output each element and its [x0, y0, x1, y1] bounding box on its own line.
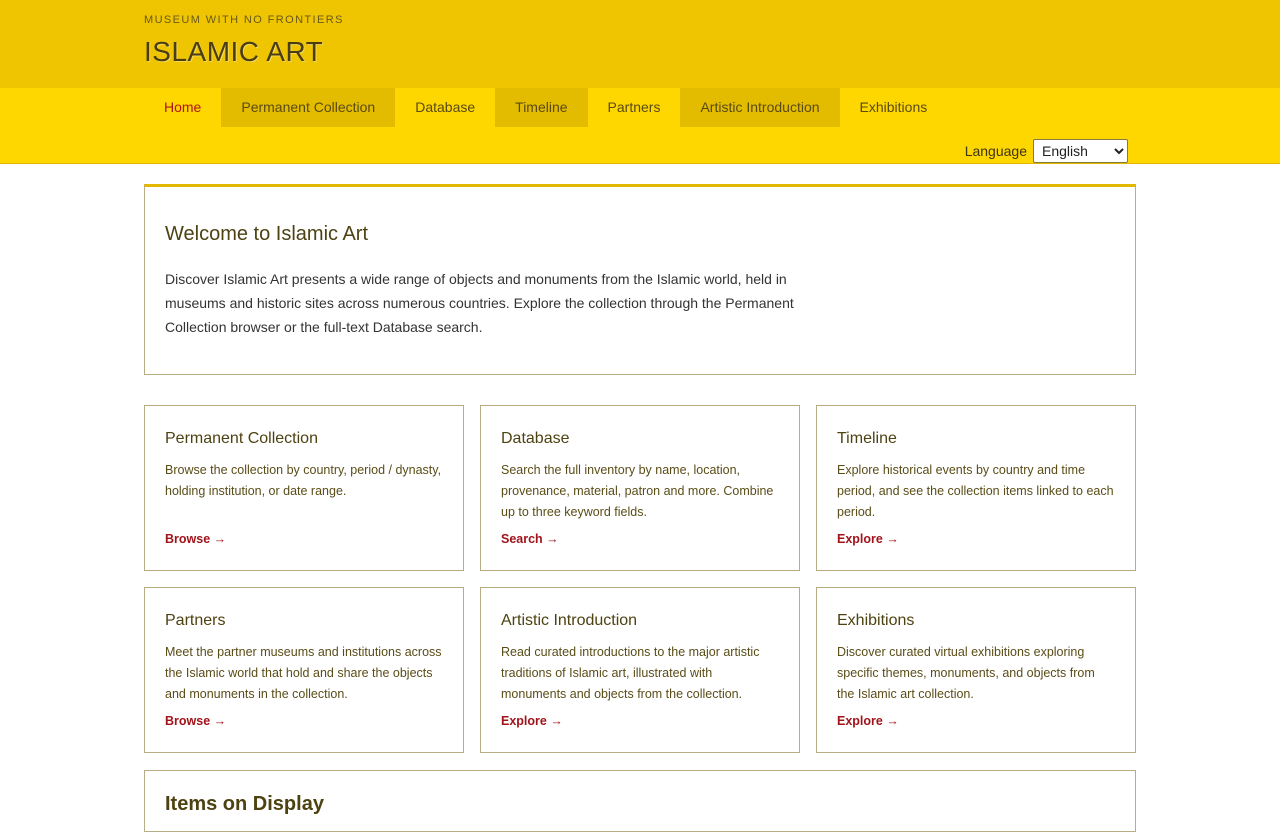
- card-description: Meet the partner museums and institution…: [165, 645, 442, 701]
- nav-item-artistic-introduction[interactable]: Artistic Introduction: [680, 88, 840, 127]
- card-title: Artistic Introduction: [501, 612, 638, 629]
- card-title: Partners: [165, 612, 226, 629]
- card-database: Database Search the full inventory by na…: [480, 405, 800, 571]
- card-description: Browse the collection by country, period…: [165, 463, 442, 498]
- language-selector: Language English: [965, 139, 1128, 163]
- nav-item-permanent-collection[interactable]: Permanent Collection: [221, 88, 396, 127]
- nav-item-partners[interactable]: Partners: [588, 88, 681, 127]
- welcome-text: Discover Islamic Art presents a wide ran…: [165, 271, 794, 335]
- main-navigation: Home Permanent Collection Database Timel…: [0, 88, 1280, 164]
- card-title: Permanent Collection: [165, 430, 318, 447]
- items-on-display-section: Items on Display: [144, 770, 1136, 832]
- card-exhibitions: Exhibitions Discover curated virtual exh…: [816, 587, 1136, 753]
- card-description: Explore historical events by country and…: [837, 463, 1114, 519]
- card-link-browse[interactable]: Browse →: [165, 714, 226, 728]
- language-select[interactable]: English: [1033, 139, 1128, 163]
- card-artistic-introduction: Artistic Introduction Read curated intro…: [480, 587, 800, 753]
- section-title: Items on Display: [165, 793, 324, 815]
- card-link-explore[interactable]: Explore →: [837, 532, 899, 546]
- card-link-explore[interactable]: Explore →: [837, 714, 899, 728]
- card-title: Database: [501, 430, 570, 447]
- card-link-browse[interactable]: Browse →: [165, 532, 226, 546]
- card-timeline: Timeline Explore historical events by co…: [816, 405, 1136, 571]
- site-tagline: MUSEUM WITH NO FRONTIERS: [144, 14, 344, 26]
- site-header: MUSEUM WITH NO FRONTIERS ISLAMIC ART: [0, 0, 1280, 88]
- nav-list: Home Permanent Collection Database Timel…: [144, 88, 947, 127]
- card-description: Discover curated virtual exhibitions exp…: [837, 645, 1095, 701]
- card-description: Read curated introductions to the major …: [501, 645, 760, 701]
- card-link-explore[interactable]: Explore →: [501, 714, 563, 728]
- site-title[interactable]: ISLAMIC ART: [144, 36, 323, 68]
- card-partners: Partners Meet the partner museums and in…: [144, 587, 464, 753]
- nav-item-database[interactable]: Database: [395, 88, 495, 127]
- card-title: Timeline: [837, 430, 897, 447]
- card-permanent-collection: Permanent Collection Browse the collecti…: [144, 405, 464, 571]
- nav-item-home[interactable]: Home: [144, 88, 221, 127]
- nav-item-timeline[interactable]: Timeline: [495, 88, 588, 127]
- card-link-search[interactable]: Search →: [501, 532, 559, 546]
- welcome-panel: Welcome to Islamic Art Discover Islamic …: [144, 184, 1136, 375]
- nav-item-exhibitions[interactable]: Exhibitions: [840, 88, 948, 127]
- language-label: Language: [964, 143, 1027, 159]
- card-title: Exhibitions: [837, 612, 915, 629]
- card-description: Search the full inventory by name, locat…: [501, 463, 774, 519]
- welcome-title: Welcome to Islamic Art: [165, 223, 369, 245]
